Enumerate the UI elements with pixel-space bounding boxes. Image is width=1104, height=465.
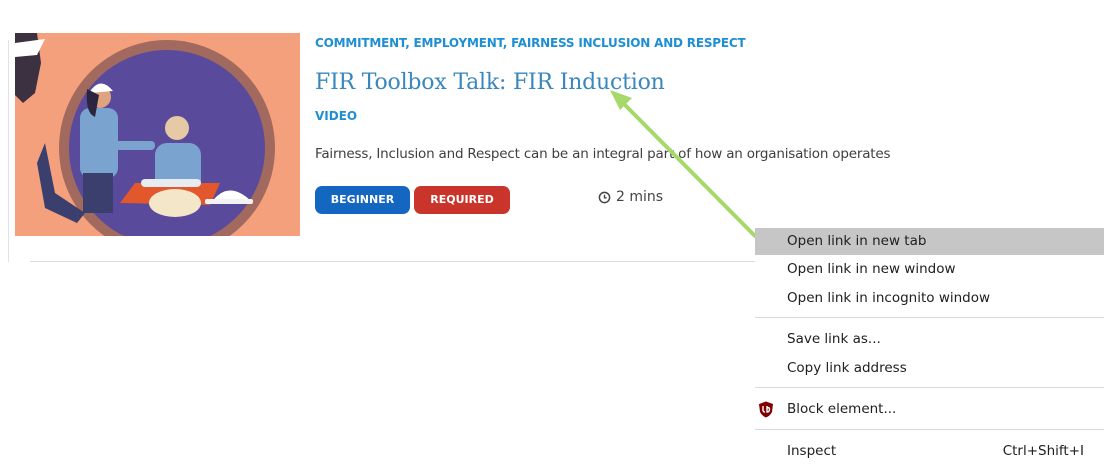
context-menu: Open link in new tab Open link in new wi… [755,228,1104,459]
menu-item-copy-link-address[interactable]: Copy link address [755,355,1104,382]
card-divider [30,261,755,262]
menu-item-block-element[interactable]: Block element... [755,396,1104,423]
course-type-label: VIDEO [315,109,358,123]
duration-text: 2 mins [616,189,664,205]
thumbnail-illustration [15,33,300,236]
required-badge: REQUIRED [414,186,510,214]
course-duration: 2 mins [598,189,663,205]
course-title-link[interactable]: FIR Toolbox Talk: FIR Induction [315,70,665,95]
ublock-origin-icon [759,401,773,418]
menu-item-open-new-window[interactable]: Open link in new window [755,256,1104,283]
menu-item-save-link-as[interactable]: Save link as... [755,326,1104,353]
inspect-shortcut: Ctrl+Shift+I [1002,443,1084,459]
level-badge: BEGINNER [315,186,410,214]
clock-icon [598,191,611,203]
card-left-border [8,40,9,262]
menu-item-inspect[interactable]: Inspect Ctrl+Shift+I [755,438,1104,465]
course-description: Fairness, Inclusion and Respect can be a… [315,146,891,162]
menu-item-open-incognito[interactable]: Open link in incognito window [755,285,1104,312]
course-thumbnail[interactable] [15,33,300,236]
menu-separator [755,317,1104,318]
course-categories[interactable]: COMMITMENT, EMPLOYMENT, FAIRNESS INCLUSI… [315,36,746,50]
menu-item-open-new-tab[interactable]: Open link in new tab [755,228,1104,255]
menu-separator [755,429,1104,430]
menu-separator [755,387,1104,388]
